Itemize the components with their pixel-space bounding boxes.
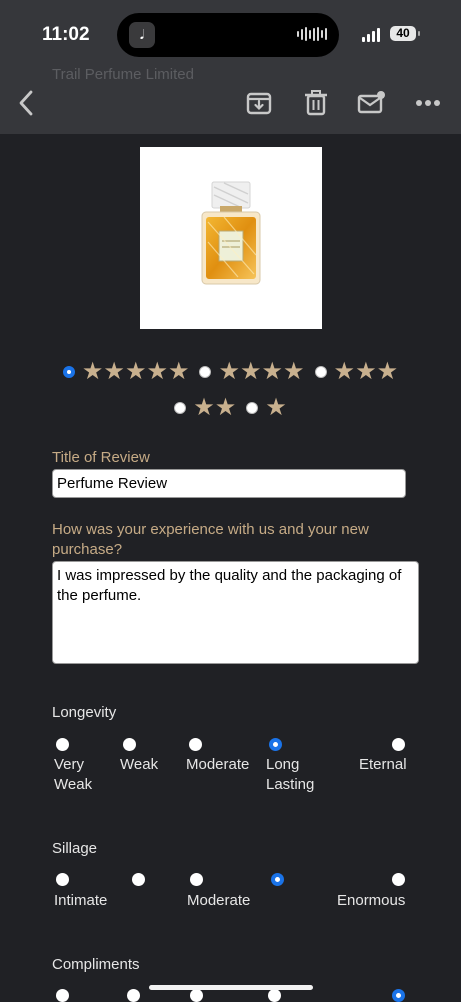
sillage-radio-5[interactable] (392, 873, 405, 886)
longevity-radio-weak[interactable] (123, 738, 136, 751)
status-time: 11:02 (42, 24, 90, 45)
longevity-label-moderate: Moderate (186, 756, 250, 773)
mail-unread-icon[interactable] (355, 86, 389, 120)
compliments-title: Compliments (52, 956, 140, 973)
longevity-radio-long-lasting[interactable] (269, 738, 282, 751)
star-rating-row-1: ★★★★★ ★★★★ ★★★ (0, 360, 461, 384)
back-chevron-icon[interactable] (9, 86, 43, 120)
home-indicator[interactable] (149, 985, 313, 990)
compliments-radio-5[interactable] (392, 989, 405, 1002)
dynamic-island[interactable]: 𝅘𝅥 (117, 13, 339, 57)
longevity-title: Longevity (52, 704, 117, 721)
sillage-label-intimate: Intimate (54, 892, 108, 909)
longevity-radio-very-weak[interactable] (56, 738, 69, 751)
sillage-label-enormous: Enormous (337, 892, 406, 909)
rating-radio-2[interactable] (174, 402, 187, 414)
sillage-radio-2[interactable] (132, 873, 145, 886)
top-bar: 11:02 𝅘𝅥 40 Trail Perfume Limited (0, 0, 461, 134)
perfume-bottle-icon (201, 181, 261, 285)
rating-stars-1: ★ (265, 394, 287, 421)
rating-stars-2: ★★ (193, 394, 237, 421)
longevity-radio-moderate[interactable] (189, 738, 202, 751)
compliments-radio-3[interactable] (190, 989, 203, 1002)
review-title-label: Title of Review (52, 449, 150, 466)
sillage-label-moderate: Moderate (187, 892, 251, 909)
experience-textarea[interactable]: I was impressed by the quality and the p… (52, 561, 419, 664)
experience-label: How was your experience with us and your… (52, 521, 369, 558)
sillage-radio-4[interactable] (271, 873, 284, 886)
rating-radio-3[interactable] (314, 366, 327, 378)
review-title-input[interactable]: Perfume Review (52, 469, 406, 498)
audio-waveform-icon (297, 27, 327, 41)
rating-radio-5[interactable] (62, 366, 75, 378)
battery-icon: 40 (390, 26, 416, 41)
compliments-radio-2[interactable] (127, 989, 140, 1002)
battery-tip (418, 31, 420, 36)
longevity-label-long-lasting: Long Lasting (266, 756, 315, 793)
more-icon[interactable] (411, 86, 445, 120)
longevity-label-weak: Weak (120, 756, 159, 773)
sillage-title: Sillage (52, 840, 98, 857)
mail-subject-title: Trail Perfume Limited (52, 66, 194, 83)
archive-icon[interactable] (242, 86, 276, 120)
rating-stars-4: ★★★★ (218, 358, 305, 385)
compliments-radio-4[interactable] (268, 989, 281, 1002)
cellular-signal-icon (362, 28, 380, 42)
longevity-radio-eternal[interactable] (392, 738, 405, 751)
product-image (140, 147, 322, 329)
rating-stars-5: ★★★★★ (81, 358, 190, 385)
longevity-label-eternal: Eternal (359, 756, 407, 773)
rating-stars-3: ★★★ (333, 358, 399, 385)
rating-radio-1[interactable] (246, 402, 259, 414)
compliments-radio-1[interactable] (56, 989, 69, 1002)
longevity-label-very-weak: Very Weak (54, 756, 93, 793)
sillage-radio-3[interactable] (190, 873, 203, 886)
rating-radio-4[interactable] (199, 366, 212, 378)
trash-icon[interactable] (299, 86, 333, 120)
sillage-radio-1[interactable] (56, 873, 69, 886)
music-app-icon: 𝅘𝅥 (129, 22, 155, 48)
star-rating-row-2: ★★ ★ (0, 396, 461, 420)
